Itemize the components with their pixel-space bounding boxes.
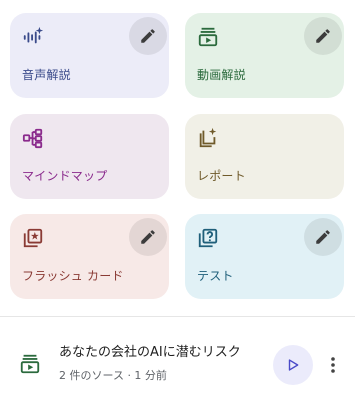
quiz-icon: [197, 227, 219, 249]
play-icon: [288, 359, 299, 371]
audio-overview-label: 音声解説: [22, 68, 71, 82]
report-icon: [197, 127, 219, 149]
generated-item-title: あなたの会社のAIに潜むリスク: [59, 345, 241, 360]
video-slides-icon: [197, 26, 219, 48]
generated-item-subtitle: 2 件のソース · 1 分前: [59, 369, 167, 382]
video-slides-icon: [19, 353, 41, 375]
mindmap-label: マインドマップ: [22, 169, 108, 183]
flashcard-icon: [22, 227, 44, 249]
pencil-icon: [141, 29, 155, 43]
pencil-icon: [141, 230, 155, 244]
flashcard-edit-button[interactable]: [129, 218, 167, 256]
more-options-button[interactable]: [325, 354, 341, 376]
video-overview-label: 動画解説: [197, 68, 246, 82]
play-button[interactable]: [273, 345, 313, 385]
more-vert-icon: [331, 357, 335, 373]
test-card[interactable]: テスト: [185, 214, 344, 299]
test-edit-button[interactable]: [304, 218, 342, 256]
flashcard-label: フラッシュ カード: [22, 269, 124, 283]
studio-panel: 音声解説 動画解説 マインドマップ レポート フラッシュ カード テスト あなた…: [0, 0, 355, 402]
audio-overview-card[interactable]: 音声解説: [10, 13, 169, 98]
flashcard-card[interactable]: フラッシュ カード: [10, 214, 169, 299]
report-card[interactable]: レポート: [185, 114, 344, 199]
generated-item-row[interactable]: あなたの会社のAIに潜むリスク 2 件のソース · 1 分前: [0, 317, 355, 402]
video-edit-button[interactable]: [304, 17, 342, 55]
video-overview-card[interactable]: 動画解説: [185, 13, 344, 98]
pencil-icon: [316, 29, 330, 43]
report-label: レポート: [197, 169, 246, 183]
test-label: テスト: [197, 269, 234, 283]
mindmap-icon: [22, 127, 44, 149]
audio-waveform-icon: [22, 26, 44, 48]
pencil-icon: [316, 230, 330, 244]
mindmap-card[interactable]: マインドマップ: [10, 114, 169, 199]
audio-edit-button[interactable]: [129, 17, 167, 55]
